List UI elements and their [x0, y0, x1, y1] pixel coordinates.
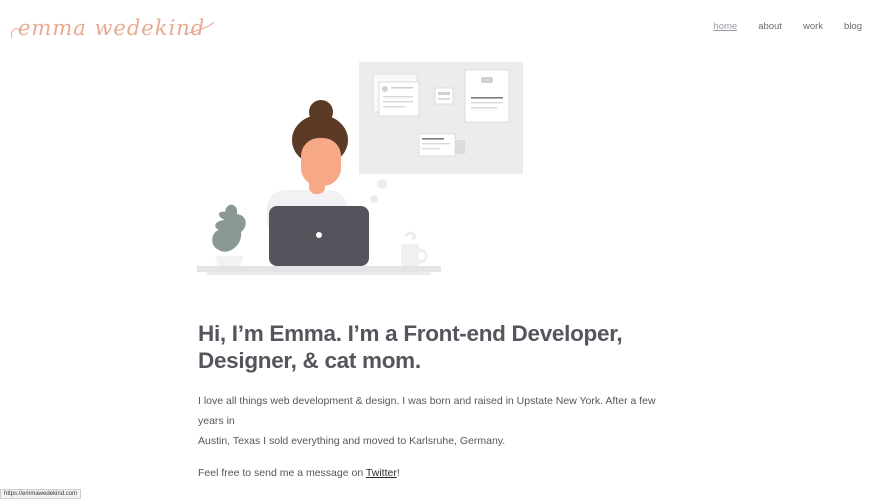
- logo-text: emma wedekind: [18, 16, 205, 40]
- status-bar-url: https://emmawedekind.com: [0, 489, 82, 499]
- thought-bubble: [370, 195, 378, 203]
- plant-illustration: [212, 204, 246, 270]
- contact-prefix: Feel free to send me a message on: [198, 467, 366, 479]
- page-headline: Hi, I’m Emma. I’m a Front-end Developer,…: [198, 320, 668, 374]
- contact-paragraph: Feel free to send me a message on Twitte…: [198, 463, 668, 483]
- nav-blog[interactable]: blog: [844, 21, 862, 32]
- desk-illustration: [197, 266, 441, 272]
- logo[interactable]: emma wedekind: [8, 8, 218, 48]
- laptop-illustration: [269, 206, 369, 266]
- intro-line-1: I love all things web development & desi…: [198, 395, 656, 427]
- intro-line-2: Austin, Texas I sold everything and move…: [198, 435, 506, 447]
- headline-line-1: Hi, I’m Emma. I’m a Front-end Developer,: [198, 321, 623, 346]
- mug-illustration: [401, 231, 428, 266]
- twitter-link[interactable]: Twitter: [366, 467, 397, 479]
- intro-section: Hi, I’m Emma. I’m a Front-end Developer,…: [198, 320, 668, 483]
- main-nav: home about work blog: [713, 21, 862, 32]
- intro-paragraph: I love all things web development & desi…: [198, 391, 668, 451]
- thought-board: [359, 62, 523, 174]
- contact-suffix: !: [396, 467, 400, 479]
- nav-about[interactable]: about: [758, 21, 782, 32]
- hero-illustration: [197, 62, 523, 275]
- headline-line-2: Designer, & cat mom.: [198, 348, 421, 373]
- thought-bubble: [377, 179, 387, 189]
- desk-shadow: [207, 272, 431, 275]
- nav-home[interactable]: home: [713, 21, 737, 32]
- nav-work[interactable]: work: [803, 21, 823, 32]
